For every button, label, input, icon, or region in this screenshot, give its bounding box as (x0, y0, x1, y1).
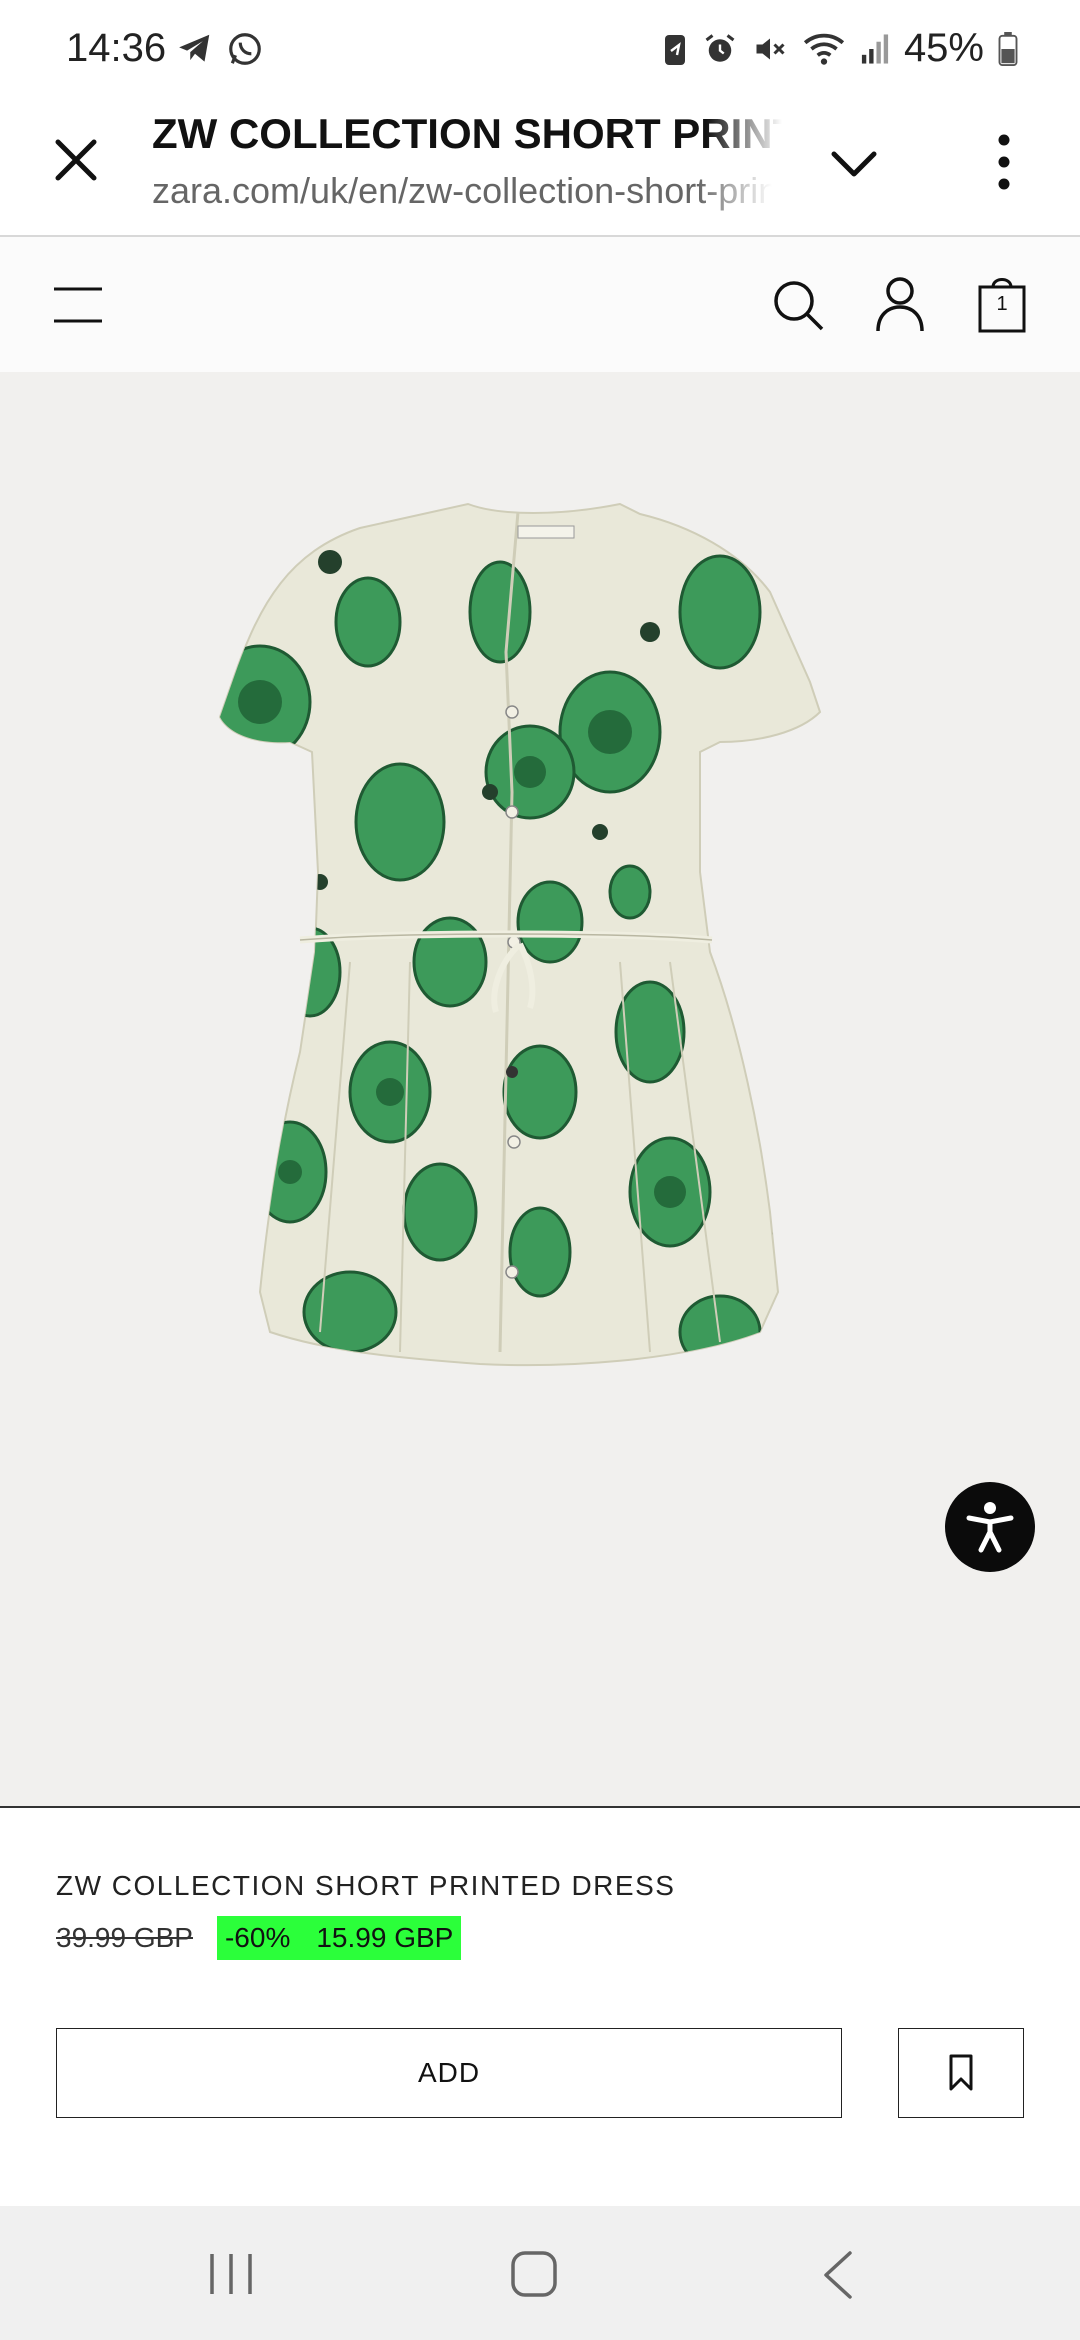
more-vertical-icon (998, 134, 1010, 190)
search-button[interactable] (770, 277, 826, 333)
user-icon (876, 277, 924, 332)
home-icon (511, 2251, 557, 2297)
bookmark-icon (949, 2054, 973, 2091)
save-item-button[interactable] (898, 2028, 1024, 2118)
more-options-button[interactable] (984, 130, 1024, 194)
close-icon (55, 139, 97, 181)
menu-button[interactable] (52, 285, 104, 325)
expand-toolbar-button[interactable] (826, 136, 882, 192)
discount-percent: -60% (224, 1922, 291, 1953)
chevron-down-icon (831, 151, 877, 177)
back-button[interactable] (820, 2250, 856, 2300)
battery-icon (998, 31, 1018, 66)
add-to-bag-button[interactable]: ADD (56, 2028, 842, 2118)
signal-icon (861, 33, 889, 64)
shopping-bag-button[interactable]: 1 (976, 275, 1028, 333)
accessibility-button[interactable] (945, 1482, 1035, 1572)
status-time: 14:36 (66, 26, 167, 70)
account-button[interactable] (874, 275, 926, 333)
alarm-icon (705, 33, 735, 62)
sale-badge: -60% 15.99 GBP (216, 1916, 462, 1960)
battery-saver-icon (664, 34, 685, 65)
status-right-icons: 45% (662, 26, 1018, 71)
product-info: ZW COLLECTION SHORT PRINTED DRESS 39.99 … (0, 1810, 1080, 2206)
mute-icon (756, 38, 785, 59)
recent-apps-button[interactable] (206, 2252, 256, 2296)
status-left-icons (176, 30, 264, 68)
recent-apps-icon (210, 2254, 252, 2294)
back-icon (824, 2251, 852, 2299)
original-price: 39.99 GBP (56, 1922, 193, 1953)
search-icon (774, 281, 824, 331)
home-button[interactable] (510, 2250, 558, 2298)
hamburger-menu-icon (54, 287, 102, 323)
page-title: ZW COLLECTION SHORT PRINTED DRESS (152, 110, 782, 157)
status-bar: 14:36 45% (0, 0, 1080, 100)
sale-price: 15.99 GBP (316, 1922, 454, 1953)
page-url[interactable]: zara.com/uk/en/zw-collection-short-print… (152, 170, 772, 212)
price-row: 39.99 GBP -60% 15.99 GBP (56, 1916, 462, 1960)
battery-percentage: 45% (903, 26, 984, 70)
bag-count: 1 (996, 293, 1008, 315)
dress-image (218, 502, 822, 1367)
browser-toolbar: ZW COLLECTION SHORT PRINTED DRESS zara.c… (0, 100, 1080, 237)
accessibility-icon (966, 1502, 1014, 1553)
whatsapp-icon (229, 33, 261, 65)
telegram-icon (179, 34, 210, 62)
wifi-icon (803, 33, 845, 65)
system-nav-bar (0, 2206, 1080, 2340)
close-tab-button[interactable] (50, 134, 102, 186)
site-header: 1 (0, 237, 1080, 372)
product-image[interactable] (0, 372, 1080, 1808)
product-name: ZW COLLECTION SHORT PRINTED DRESS (56, 1870, 676, 1901)
